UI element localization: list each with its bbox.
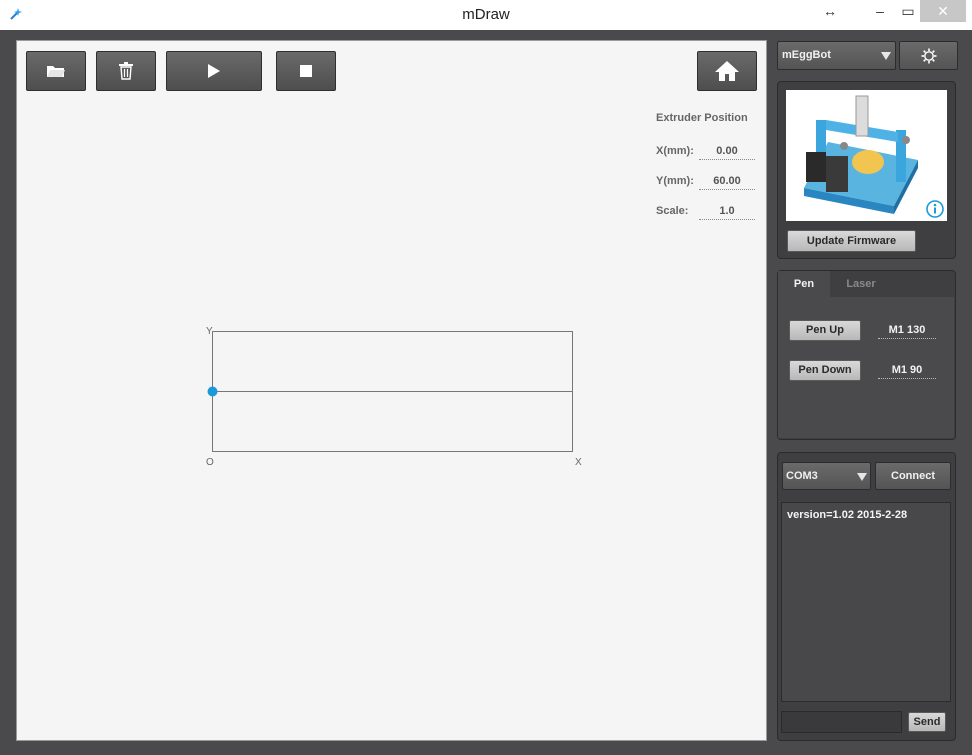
- chevron-down-icon: [881, 52, 891, 60]
- connect-button[interactable]: Connect: [875, 462, 951, 490]
- extruder-title: Extruder Position: [656, 112, 748, 124]
- pen-up-command[interactable]: M1 130: [878, 324, 936, 339]
- pen-down-command[interactable]: M1 90: [878, 364, 936, 379]
- pen-position-marker: [207, 386, 218, 397]
- update-firmware-button[interactable]: Update Firmware: [787, 230, 916, 252]
- machine-select[interactable]: mEggBot: [777, 41, 896, 70]
- pen-up-button[interactable]: Pen Up: [789, 320, 861, 341]
- scale-value: 1.0: [699, 205, 755, 220]
- play-icon: [208, 64, 220, 78]
- minimize-button[interactable]: –: [865, 0, 895, 22]
- work-area: [207, 331, 573, 452]
- pen-down-button[interactable]: Pen Down: [789, 360, 861, 381]
- chevron-down-icon: [857, 473, 867, 481]
- clear-button[interactable]: [96, 51, 156, 91]
- port-select[interactable]: COM3: [782, 462, 871, 490]
- info-icon[interactable]: [926, 200, 944, 218]
- stop-icon: [300, 65, 312, 77]
- gear-icon: [921, 48, 937, 64]
- machine-select-value: mEggBot: [782, 49, 831, 61]
- title-bar: mDraw ↔ – ▭ ✕: [0, 0, 972, 30]
- resize-icon[interactable]: ↔: [815, 0, 845, 22]
- x-axis-label: X: [575, 457, 582, 468]
- robot-illustration: [804, 95, 918, 214]
- y-value: 60.00: [699, 175, 755, 190]
- home-button[interactable]: [697, 51, 757, 91]
- open-file-button[interactable]: [26, 51, 86, 91]
- serial-console[interactable]: version=1.02 2015-2-28: [781, 502, 951, 702]
- trash-icon: [119, 62, 133, 80]
- send-input[interactable]: [781, 711, 902, 733]
- port-select-value: COM3: [786, 470, 818, 482]
- home-icon: [715, 61, 739, 81]
- folder-open-icon: [47, 66, 65, 77]
- machine-preview-image: [786, 90, 947, 221]
- scale-label: Scale:: [656, 205, 689, 217]
- y-axis-label: Y: [206, 326, 213, 337]
- y-label: Y(mm):: [656, 175, 694, 187]
- tab-pen[interactable]: Pen: [778, 271, 830, 297]
- send-button[interactable]: Send: [908, 712, 946, 732]
- drawing-canvas[interactable]: Extruder Position X(mm): 0.00 Y(mm): 60.…: [16, 40, 767, 741]
- x-label: X(mm):: [656, 145, 694, 157]
- tab-laser[interactable]: Laser: [830, 271, 892, 297]
- console-output: version=1.02 2015-2-28: [787, 509, 908, 521]
- x-value: 0.00: [699, 145, 755, 160]
- origin-label: O: [206, 457, 214, 468]
- close-button[interactable]: ✕: [920, 0, 966, 22]
- settings-button[interactable]: [899, 41, 958, 70]
- play-button[interactable]: [166, 51, 262, 91]
- maximize-button[interactable]: ▭: [893, 0, 923, 22]
- stop-button[interactable]: [276, 51, 336, 91]
